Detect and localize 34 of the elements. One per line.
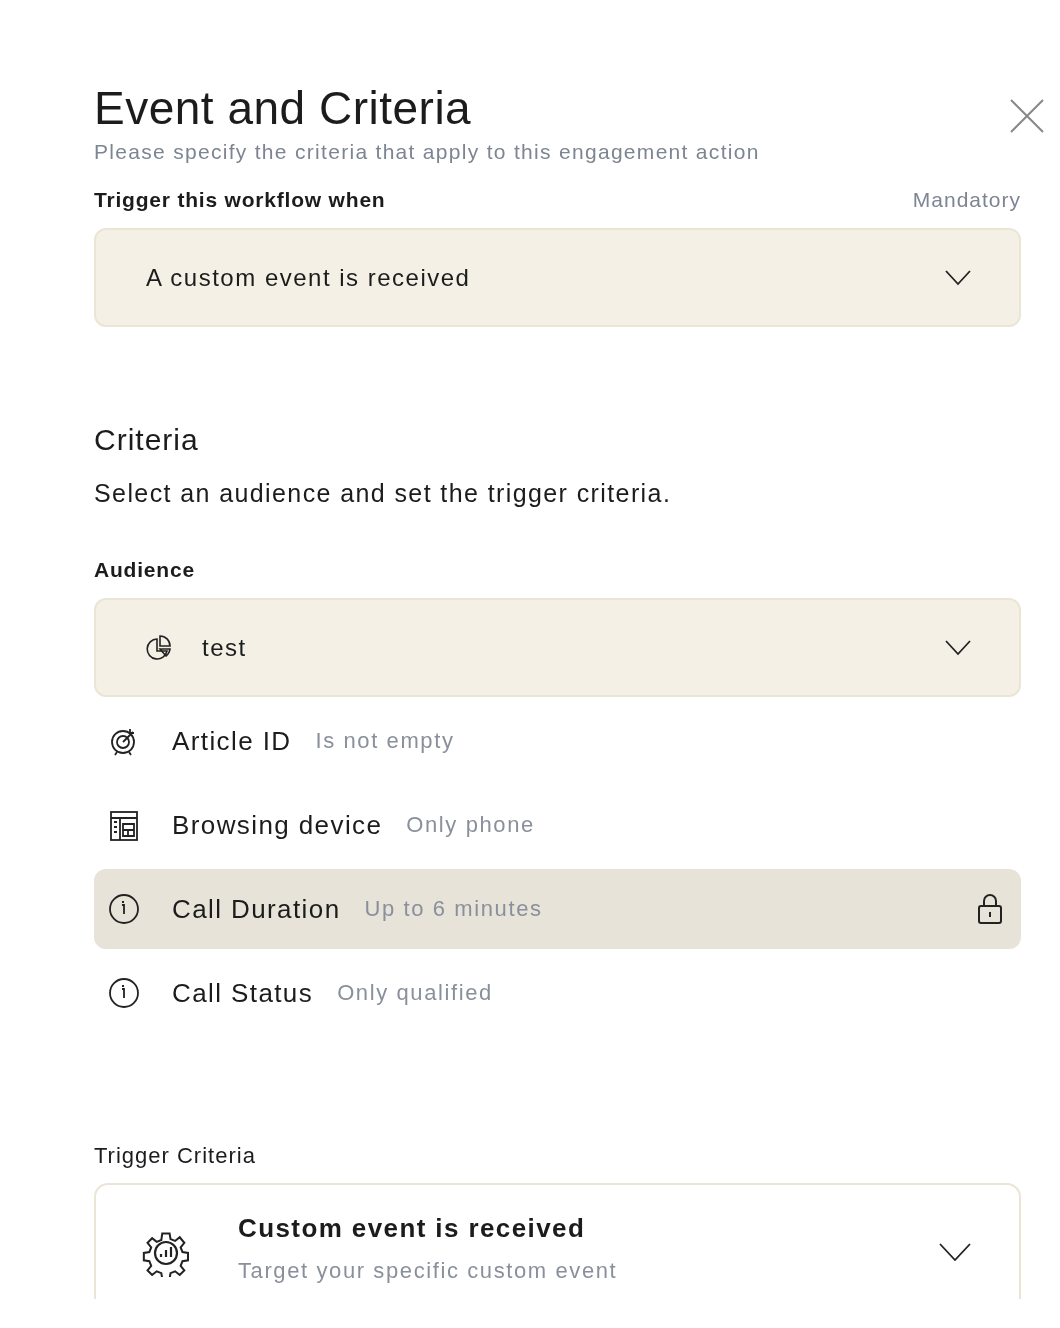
chevron-down-icon: [945, 639, 971, 656]
criteria-name: Browsing device: [172, 809, 383, 841]
criteria-row[interactable]: Call Duration Up to 6 minutes: [94, 869, 1021, 949]
criteria-condition: Is not empty: [315, 728, 455, 754]
dialog-title: Event and Criteria: [94, 81, 472, 136]
layout-icon: [108, 809, 140, 841]
trigger-select[interactable]: A custom event is received: [94, 228, 1021, 327]
criteria-condition: Only phone: [406, 812, 535, 838]
field-label: Trigger this workflow when: [94, 188, 386, 212]
pie-chart-icon: [146, 634, 172, 661]
lock-icon: [977, 893, 1003, 925]
criteria-name: Call Status: [172, 977, 314, 1009]
mandatory-note: Mandatory: [912, 188, 1021, 212]
field-label: Trigger Criteria: [94, 1143, 257, 1169]
section-description: Select an audience and set the trigger criteria.: [94, 479, 673, 508]
audience-select[interactable]: test: [94, 598, 1021, 697]
criteria-condition: Up to 6 minutes: [364, 896, 543, 922]
criteria-name: Article ID: [172, 725, 292, 757]
criteria-row[interactable]: Call Status Only qualified: [94, 953, 1021, 1033]
criteria-name: Call Duration: [172, 893, 341, 925]
dialog-subtitle: Please specify the criteria that apply to this engagement action: [94, 140, 761, 164]
card-title: Custom event is received: [238, 1213, 587, 1244]
criteria-row[interactable]: Browsing device Only phone: [94, 785, 1021, 865]
card-description: Target your specific custom event: [238, 1258, 619, 1284]
trigger-criteria-card[interactable]: Custom event is received Target your specific custom event: [94, 1183, 1021, 1299]
chevron-down-icon: [945, 269, 971, 286]
close-icon[interactable]: [1009, 98, 1045, 134]
chevron-down-icon: [939, 1243, 971, 1261]
field-label: Audience: [94, 558, 196, 582]
section-heading: Criteria: [94, 423, 200, 457]
info-icon: [108, 977, 140, 1009]
criteria-condition: Only qualified: [337, 980, 493, 1006]
criteria-row[interactable]: Article ID Is not empty: [94, 701, 1021, 781]
info-icon: [108, 893, 140, 925]
